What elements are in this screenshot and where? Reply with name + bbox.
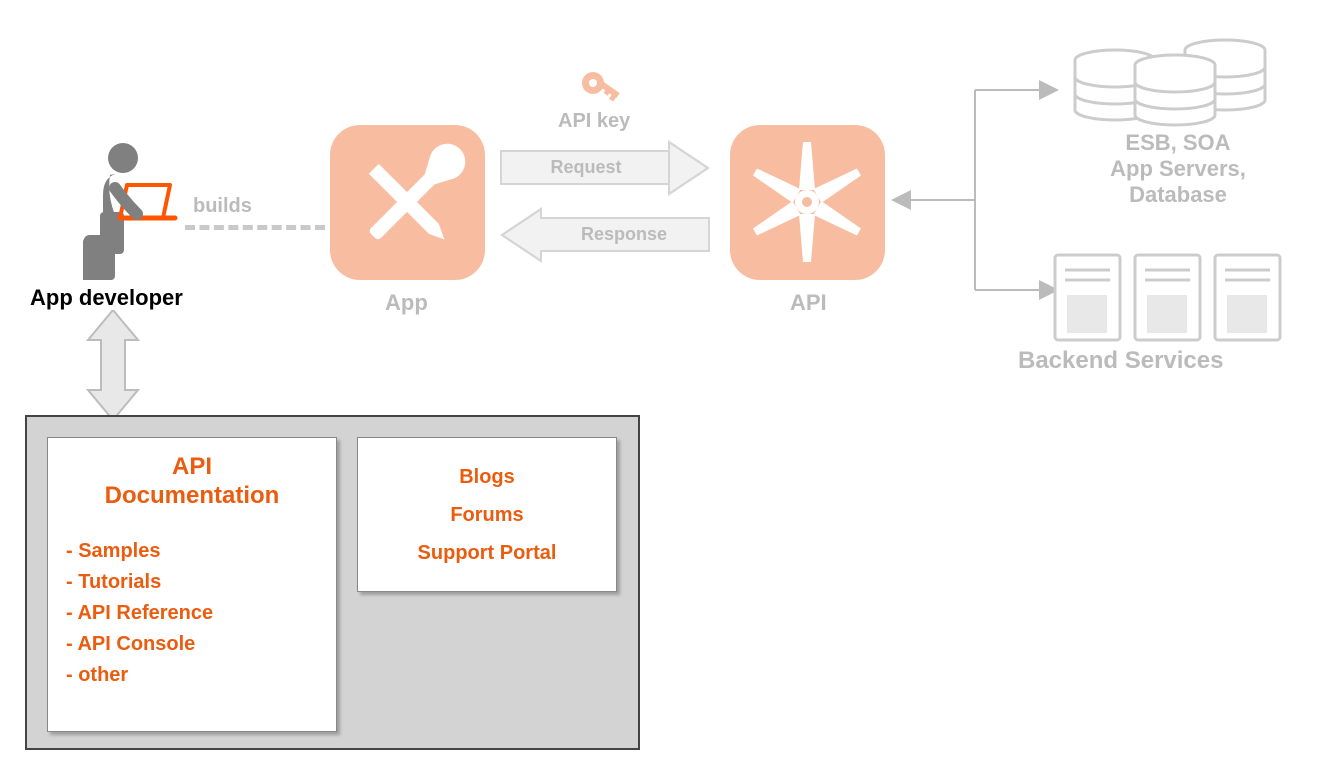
api-icon: [730, 125, 885, 280]
backend-db-label: ESB, SOA App Servers, Database: [1058, 130, 1298, 208]
dev-docs-double-arrow: [83, 310, 143, 425]
doc-item-other: - other: [66, 660, 318, 691]
server-icon: [1050, 250, 1290, 350]
right-item-forums: Forums: [376, 501, 598, 529]
api-doc-title2: Documentation: [105, 482, 280, 509]
diagram-canvas: App developer builds App: [0, 0, 1338, 770]
docs-container: API Documentation - Samples - Tutorials …: [25, 415, 640, 750]
app-label: App: [385, 290, 428, 316]
api-label: API: [790, 290, 827, 316]
backend-line2: App Servers,: [1058, 156, 1298, 182]
doc-item-api-reference: - API Reference: [66, 598, 318, 629]
developer-icon: [65, 140, 185, 285]
right-item-support-portal: Support Portal: [376, 539, 598, 567]
api-key-label: API key: [558, 110, 630, 133]
builds-label: builds: [193, 195, 252, 218]
key-icon: [578, 68, 628, 113]
builds-dashed-line: [185, 225, 325, 230]
app-icon: [330, 125, 485, 280]
doc-item-api-console: - API Console: [66, 629, 318, 660]
doc-item-samples: - Samples: [66, 536, 318, 567]
request-arrow: Request: [500, 140, 710, 195]
community-box: Blogs Forums Support Portal: [357, 437, 617, 592]
api-doc-title1: API: [172, 453, 212, 480]
backend-line3: Database: [1058, 182, 1298, 208]
response-label: Response: [540, 217, 710, 252]
developer-label: App developer: [30, 285, 183, 311]
doc-item-tutorials: - Tutorials: [66, 567, 318, 598]
right-item-blogs: Blogs: [376, 463, 598, 491]
request-label: Request: [500, 150, 670, 185]
api-backend-connector: [885, 80, 1065, 310]
backend-line1: ESB, SOA: [1058, 130, 1298, 156]
database-icon: [1070, 35, 1280, 135]
api-documentation-box: API Documentation - Samples - Tutorials …: [47, 437, 337, 732]
response-arrow: Response: [540, 207, 750, 262]
backend-services-label: Backend Services: [1018, 347, 1223, 375]
